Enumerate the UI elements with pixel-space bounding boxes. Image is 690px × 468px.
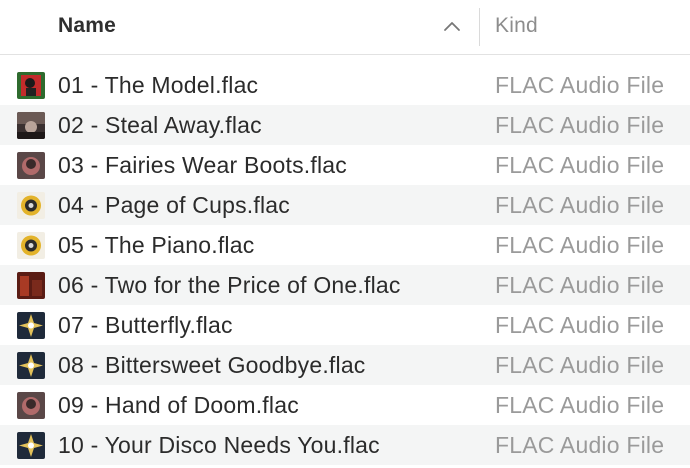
file-kind: FLAC Audio File xyxy=(495,232,665,258)
file-row[interactable]: 07 - Butterfly.flac FLAC Audio File xyxy=(0,305,690,345)
file-name: 09 - Hand of Doom.flac xyxy=(58,392,299,418)
file-name: 07 - Butterfly.flac xyxy=(58,312,233,338)
column-divider[interactable] xyxy=(479,8,480,46)
album-art-portrait-icon xyxy=(17,392,45,419)
kind-column-header[interactable]: Kind xyxy=(495,14,538,38)
file-name: 08 - Bittersweet Goodbye.flac xyxy=(58,352,366,378)
file-kind: FLAC Audio File xyxy=(495,312,665,338)
album-art-red-dark-icon xyxy=(17,272,45,299)
file-kind: FLAC Audio File xyxy=(495,152,665,178)
file-kind: FLAC Audio File xyxy=(495,72,665,98)
name-column-header[interactable]: Name xyxy=(58,14,116,38)
file-kind: FLAC Audio File xyxy=(495,192,665,218)
album-art-starburst-icon xyxy=(17,312,45,339)
file-row[interactable]: 10 - Your Disco Needs You.flac FLAC Audi… xyxy=(0,425,690,465)
file-name: 10 - Your Disco Needs You.flac xyxy=(58,432,380,458)
file-row[interactable]: 09 - Hand of Doom.flac FLAC Audio File xyxy=(0,385,690,425)
album-art-emblem-icon xyxy=(17,232,45,259)
album-art-red-icon xyxy=(17,72,45,99)
chevron-up-icon[interactable] xyxy=(441,17,463,35)
file-list: 01 - The Model.flac FLAC Audio File 02 -… xyxy=(0,65,690,465)
finder-list-view: Name Kind 01 - The Model.flac FLAC Audio… xyxy=(0,0,690,468)
file-row[interactable]: 06 - Two for the Price of One.flac FLAC … xyxy=(0,265,690,305)
album-art-emblem-icon xyxy=(17,192,45,219)
album-art-portrait-icon xyxy=(17,152,45,179)
album-art-starburst-icon xyxy=(17,432,45,459)
file-kind: FLAC Audio File xyxy=(495,272,665,298)
column-header-bar: Name Kind xyxy=(0,0,690,55)
file-row[interactable]: 08 - Bittersweet Goodbye.flac FLAC Audio… xyxy=(0,345,690,385)
file-row[interactable]: 01 - The Model.flac FLAC Audio File xyxy=(0,65,690,105)
file-row[interactable]: 03 - Fairies Wear Boots.flac FLAC Audio … xyxy=(0,145,690,185)
file-name: 01 - The Model.flac xyxy=(58,72,259,98)
file-name: 02 - Steal Away.flac xyxy=(58,112,262,138)
file-row[interactable]: 04 - Page of Cups.flac FLAC Audio File xyxy=(0,185,690,225)
file-kind: FLAC Audio File xyxy=(495,352,665,378)
file-kind: FLAC Audio File xyxy=(495,392,665,418)
file-name: 03 - Fairies Wear Boots.flac xyxy=(58,152,347,178)
album-art-starburst-icon xyxy=(17,352,45,379)
file-name: 06 - Two for the Price of One.flac xyxy=(58,272,401,298)
file-name: 04 - Page of Cups.flac xyxy=(58,192,290,218)
file-kind: FLAC Audio File xyxy=(495,432,665,458)
file-row[interactable]: 05 - The Piano.flac FLAC Audio File xyxy=(0,225,690,265)
file-row[interactable]: 02 - Steal Away.flac FLAC Audio File xyxy=(0,105,690,145)
file-kind: FLAC Audio File xyxy=(495,112,665,138)
album-art-dark-icon xyxy=(17,112,45,139)
file-name: 05 - The Piano.flac xyxy=(58,232,255,258)
